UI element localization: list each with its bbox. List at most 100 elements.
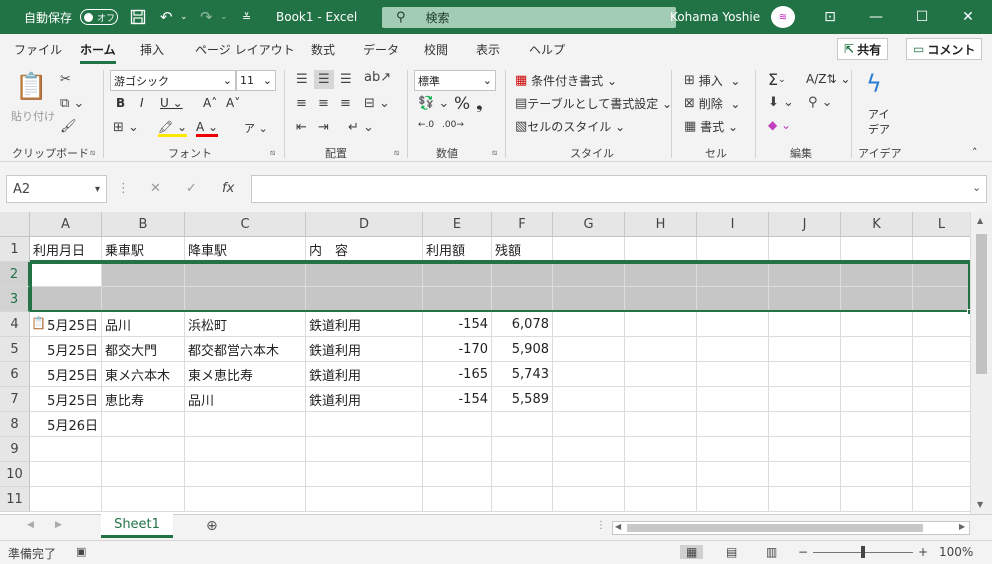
undo-icon[interactable]: ↶ [160, 0, 173, 34]
cell-j1[interactable] [769, 237, 841, 262]
minimize-icon[interactable]: — [853, 0, 899, 34]
cell-b7[interactable]: 恵比寿 [102, 387, 185, 412]
cell-e11[interactable] [423, 487, 492, 512]
paste-label[interactable]: 貼り付け [11, 108, 55, 124]
sheet-tab-sheet1[interactable]: Sheet1 [101, 514, 173, 538]
cancel-icon[interactable]: ✕ [150, 181, 161, 196]
cell-e9[interactable] [423, 437, 492, 462]
cell-e5[interactable]: -170 [423, 337, 492, 362]
cell-e10[interactable] [423, 462, 492, 487]
cell-g5[interactable] [553, 337, 625, 362]
save-icon[interactable] [130, 0, 146, 34]
paste-options-icon[interactable]: 📋 [31, 316, 46, 330]
cell-d4[interactable]: 鉄道利用 [306, 312, 423, 337]
cell-b2[interactable] [102, 262, 185, 287]
cell-g4[interactable] [553, 312, 625, 337]
cell-c5[interactable]: 都交都営六本木 [185, 337, 306, 362]
cell-k9[interactable] [841, 437, 913, 462]
percent-icon[interactable]: % [454, 94, 470, 114]
cell-l6[interactable] [913, 362, 971, 387]
cell-c1[interactable]: 降車駅 [185, 237, 306, 262]
cell-l2[interactable] [913, 262, 971, 287]
cell-a10[interactable] [30, 462, 102, 487]
cell-g1[interactable] [553, 237, 625, 262]
tab-page-layout[interactable]: ページ レイアウト [195, 41, 295, 58]
number-launcher-icon[interactable]: ⧅ [492, 148, 497, 158]
align-right-icon[interactable]: ≡ [340, 96, 351, 111]
cell-l8[interactable] [913, 412, 971, 437]
cell-a9[interactable] [30, 437, 102, 462]
vertical-scroll-thumb[interactable] [976, 234, 987, 374]
cell-d10[interactable] [306, 462, 423, 487]
cell-i6[interactable] [697, 362, 769, 387]
cell-i9[interactable] [697, 437, 769, 462]
column-header-i[interactable]: I [697, 212, 769, 237]
cell-i10[interactable] [697, 462, 769, 487]
align-middle-icon[interactable]: ☰ [314, 70, 334, 89]
comma-style-icon[interactable]: ❟ [476, 94, 483, 114]
cell-a2[interactable] [30, 262, 102, 287]
cell-j11[interactable] [769, 487, 841, 512]
cell-l1[interactable] [913, 237, 971, 262]
decrease-indent-icon[interactable]: ⇤ [296, 120, 307, 135]
cell-b11[interactable] [102, 487, 185, 512]
font-name-dropdown[interactable]: 游ゴシック ⌄ [110, 70, 236, 91]
cell-c3[interactable] [185, 287, 306, 312]
cell-h4[interactable] [625, 312, 697, 337]
cell-d5[interactable]: 鉄道利用 [306, 337, 423, 362]
cell-c9[interactable] [185, 437, 306, 462]
cell-a8[interactable]: 5月26日 [30, 412, 102, 437]
autosave-toggle[interactable]: オフ [80, 9, 118, 25]
column-header-a[interactable]: A [30, 212, 102, 237]
cell-k5[interactable] [841, 337, 913, 362]
merge-center-icon[interactable]: ⊟ ⌄ [364, 96, 390, 111]
autosum-icon[interactable]: Σ ⌄ [768, 70, 786, 89]
cell-l9[interactable] [913, 437, 971, 462]
increase-font-icon[interactable]: A˄ [203, 96, 217, 110]
cell-j5[interactable] [769, 337, 841, 362]
cell-f7[interactable]: 5,589 [492, 387, 553, 412]
row-header-3[interactable]: 3 [0, 287, 30, 312]
row-header-7[interactable]: 7 [0, 387, 30, 412]
avatar[interactable]: ≋ [771, 6, 795, 28]
close-icon[interactable]: ✕ [945, 0, 991, 34]
cell-k8[interactable] [841, 412, 913, 437]
cell-d11[interactable] [306, 487, 423, 512]
cell-k10[interactable] [841, 462, 913, 487]
cell-k3[interactable] [841, 287, 913, 312]
row-header-10[interactable]: 10 [0, 462, 30, 487]
cell-l3[interactable] [913, 287, 971, 312]
cell-i4[interactable] [697, 312, 769, 337]
tab-help[interactable]: ヘルプ [529, 41, 565, 58]
cell-h9[interactable] [625, 437, 697, 462]
cell-c7[interactable]: 品川 [185, 387, 306, 412]
cell-e8[interactable] [423, 412, 492, 437]
wrap-text-icon[interactable]: ↵ ⌄ [348, 120, 374, 135]
align-bottom-icon[interactable]: ☰ [340, 72, 352, 87]
cell-g6[interactable] [553, 362, 625, 387]
cell-h11[interactable] [625, 487, 697, 512]
redo-dropdown-icon[interactable]: ⌄ [220, 0, 228, 34]
italic-icon[interactable]: I [140, 96, 144, 110]
conditional-format-button[interactable]: ▦ 条件付き書式 ⌄ [515, 72, 617, 89]
cell-e7[interactable]: -154 [423, 387, 492, 412]
scroll-down-icon[interactable]: ▼ [977, 500, 983, 509]
cell-d8[interactable] [306, 412, 423, 437]
copy-icon[interactable]: ⧉ ⌄ [60, 96, 84, 111]
cell-b8[interactable] [102, 412, 185, 437]
name-box[interactable]: A2 ▾ [6, 175, 107, 203]
cell-l5[interactable] [913, 337, 971, 362]
decrease-decimal-icon[interactable]: .00→ [442, 120, 464, 130]
page-layout-view-icon[interactable]: ▤ [726, 545, 737, 559]
cell-d6[interactable]: 鉄道利用 [306, 362, 423, 387]
cell-b6[interactable]: 東メ六本木 [102, 362, 185, 387]
cell-g9[interactable] [553, 437, 625, 462]
cell-c6[interactable]: 東メ恵比寿 [185, 362, 306, 387]
cell-i3[interactable] [697, 287, 769, 312]
cell-i8[interactable] [697, 412, 769, 437]
orientation-icon[interactable]: ab↗ [364, 70, 391, 85]
row-header-5[interactable]: 5 [0, 337, 30, 362]
horizontal-scroll-thumb[interactable] [627, 524, 923, 532]
tab-file[interactable]: ファイル [14, 41, 62, 58]
tab-data[interactable]: データ [363, 41, 399, 58]
